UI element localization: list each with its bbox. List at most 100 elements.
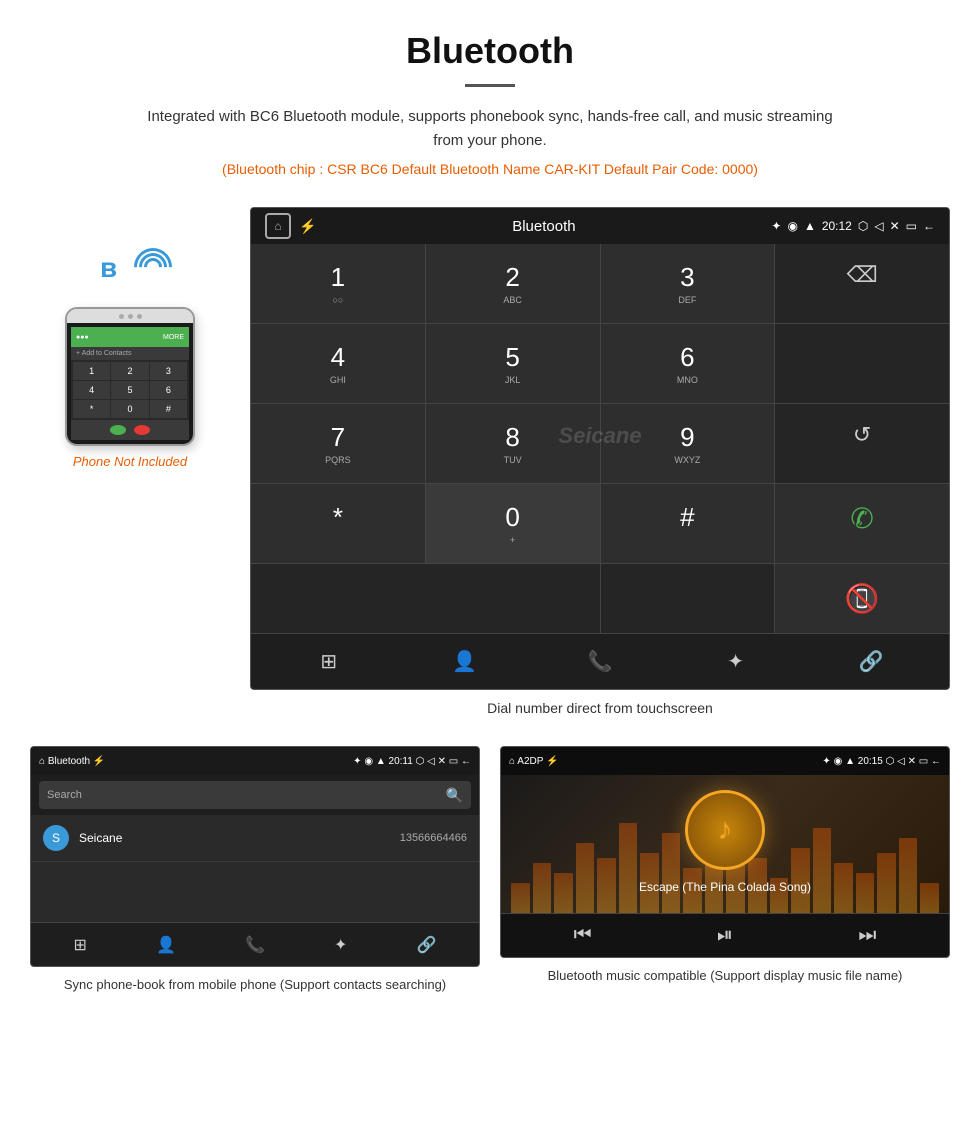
- pb-status-right: ✦ ◉ ▲ 20:11 ⬡ ◁ ✕ ▭ ←: [353, 756, 471, 767]
- music-usb-icon: ⚡: [546, 756, 558, 767]
- music-controls: ⏮ ⏯ ⏭: [501, 913, 949, 957]
- music-album-art: ♪: [685, 790, 765, 870]
- dial-key-hash[interactable]: #: [601, 484, 775, 563]
- key-0-sub: +: [436, 535, 590, 545]
- refresh-icon: ↺: [853, 422, 871, 447]
- phone-key-star: *: [73, 400, 110, 418]
- phonebook-caption: Sync phone-book from mobile phone (Suppo…: [30, 975, 480, 995]
- music-win-icon: ▭: [919, 756, 928, 767]
- pb-back-icon: ←: [461, 756, 471, 767]
- pb-bt-bottom-icon[interactable]: ✦: [334, 935, 347, 955]
- dial-keypad: 1 ○○ 2 ABC 3 DEF ⌫: [251, 244, 949, 633]
- pb-link-icon[interactable]: 🔗: [417, 935, 437, 955]
- dial-key-4[interactable]: 4 GHI: [251, 324, 425, 403]
- key-7-sub: PQRS: [261, 455, 415, 465]
- pb-phone-icon[interactable]: 📞: [245, 935, 265, 955]
- link-icon[interactable]: 🔗: [849, 640, 893, 684]
- bt-status-icon: ✦: [771, 219, 781, 233]
- pb-wifi-icon: ▲: [376, 756, 386, 767]
- dialpad-icon[interactable]: ⊞: [307, 640, 351, 684]
- phone-status-left: ●●●: [76, 334, 89, 341]
- dial-key-1[interactable]: 1 ○○: [251, 244, 425, 323]
- phone-bottom-bar: [71, 420, 189, 440]
- dial-key-empty-3: [601, 564, 775, 633]
- page-title: Bluetooth: [20, 30, 960, 72]
- music-content: ♪ Escape (The Pina Colada Song): [501, 775, 949, 913]
- bluetooth-icon: ʙ: [100, 252, 117, 284]
- music-home-icon: ⌂: [509, 756, 515, 767]
- phone-dot-3: [137, 314, 142, 319]
- music-bt-icon: ✦: [822, 756, 830, 767]
- dial-key-refresh[interactable]: ↺: [775, 404, 949, 483]
- title-divider: [465, 84, 515, 87]
- key-8-sub: TUV: [436, 455, 590, 465]
- skip-prev-button[interactable]: ⏮: [574, 924, 592, 947]
- music-vol-icon: ◁: [897, 756, 905, 767]
- key-4-main: 4: [261, 342, 415, 373]
- backspace-icon: ⌫: [847, 262, 878, 287]
- phone-not-included-label: Phone Not Included: [73, 454, 187, 469]
- dial-key-2[interactable]: 2 ABC: [426, 244, 600, 323]
- music-note-icon: ♪: [718, 813, 733, 847]
- location-status-icon: ◉: [787, 219, 797, 233]
- pb-vol-icon: ◁: [427, 756, 435, 767]
- pb-win-icon: ▭: [449, 756, 458, 767]
- pb-contact-row[interactable]: S Seicane 13566664466: [31, 815, 479, 862]
- key-star-main: *: [261, 502, 415, 533]
- home-icon[interactable]: ⌂: [265, 213, 291, 239]
- phone-key-1: 1: [73, 362, 110, 380]
- pb-search-placeholder: Search: [47, 789, 82, 801]
- key-3-sub: DEF: [611, 295, 765, 305]
- music-caption: Bluetooth music compatible (Support disp…: [500, 966, 950, 986]
- phone-top-bar: [67, 309, 193, 323]
- dial-time: 20:12: [822, 219, 852, 233]
- pb-search-box[interactable]: Search 🔍: [39, 781, 471, 809]
- pb-usb-icon: ⚡: [93, 756, 105, 767]
- pb-dialpad-icon[interactable]: ⊞: [74, 935, 87, 955]
- phone-call-btn: [110, 425, 126, 435]
- pb-contact-letter: S: [43, 825, 69, 851]
- dial-key-backspace[interactable]: ⌫: [775, 244, 949, 323]
- pb-contact-name: Seicane: [79, 831, 390, 845]
- phone-key-6: 6: [150, 381, 187, 399]
- usb-icon: ⚡: [299, 218, 316, 235]
- dial-key-7[interactable]: 7 PQRS: [251, 404, 425, 483]
- page-header: Bluetooth Integrated with BC6 Bluetooth …: [0, 0, 980, 187]
- music-screen: ⌂ A2DP ⚡ ✦ ◉ ▲ 20:15 ⬡ ◁ ✕ ▭ ←: [500, 746, 950, 958]
- key-1-sub: ○○: [261, 295, 415, 305]
- skip-next-button[interactable]: ⏭: [858, 924, 876, 947]
- bt-icon[interactable]: ✦: [714, 640, 758, 684]
- dial-key-call[interactable]: ✆: [775, 484, 949, 563]
- close-icon: ✕: [890, 219, 900, 233]
- dial-key-6[interactable]: 6 MNO: [601, 324, 775, 403]
- dial-key-star[interactable]: *: [251, 484, 425, 563]
- dial-key-8[interactable]: 8 TUV: [426, 404, 600, 483]
- phone-status-right: MORE: [163, 334, 184, 341]
- pb-person-icon[interactable]: 👤: [156, 935, 176, 955]
- pb-search-area: Search 🔍: [31, 775, 479, 815]
- pb-x-icon: ✕: [438, 756, 446, 767]
- pb-bt-icon: ✦: [353, 756, 361, 767]
- dial-key-5[interactable]: 5 JKL: [426, 324, 600, 403]
- music-block: ⌂ A2DP ⚡ ✦ ◉ ▲ 20:15 ⬡ ◁ ✕ ▭ ←: [500, 746, 950, 995]
- phone-action-bar: + Add to Contacts: [71, 347, 189, 360]
- dial-caption: Dial number direct from touchscreen: [250, 700, 950, 716]
- dial-key-0[interactable]: 0 +: [426, 484, 600, 563]
- dial-key-9[interactable]: 9 WXYZ: [601, 404, 775, 483]
- dial-key-3[interactable]: 3 DEF: [601, 244, 775, 323]
- call-end-icon: 📵: [845, 583, 880, 614]
- dial-screen-container: ⌂ ⚡ Bluetooth ✦ ◉ ▲ 20:12 ⬡ ◁ ✕ ▭ ←: [250, 207, 950, 736]
- music-status-bar: ⌂ A2DP ⚡ ✦ ◉ ▲ 20:15 ⬡ ◁ ✕ ▭ ←: [501, 747, 949, 775]
- contacts-icon[interactable]: 👤: [442, 640, 486, 684]
- phone-icon[interactable]: 📞: [578, 640, 622, 684]
- phone-key-4: 4: [73, 381, 110, 399]
- dial-key-end-call[interactable]: 📵: [775, 564, 949, 633]
- back-icon[interactable]: ←: [923, 219, 935, 233]
- key-5-main: 5: [436, 342, 590, 373]
- key-6-main: 6: [611, 342, 765, 373]
- key-7-main: 7: [261, 422, 415, 453]
- play-pause-button[interactable]: ⏯: [717, 924, 733, 947]
- pb-empty-space: [31, 862, 479, 922]
- phone-status-bar: ●●● MORE: [71, 327, 189, 347]
- pb-status-left: ⌂ Bluetooth ⚡: [39, 756, 105, 767]
